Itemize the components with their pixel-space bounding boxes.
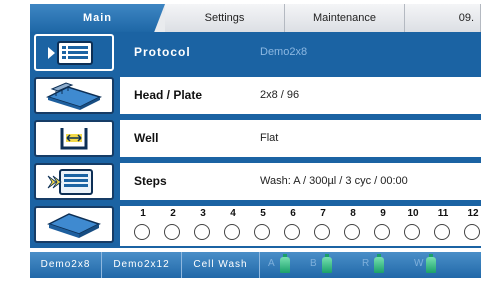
stack-position-number: 9 bbox=[380, 208, 386, 219]
stack-position-circle[interactable] bbox=[374, 224, 390, 240]
well-button[interactable] bbox=[34, 120, 114, 157]
stack-position-circle[interactable] bbox=[134, 224, 150, 240]
stack-position-number: 5 bbox=[260, 208, 266, 219]
instrument-screen: Main Settings Maintenance 09. Protocol D… bbox=[0, 0, 481, 282]
steps-label: Steps bbox=[134, 174, 167, 188]
bottle-a-icon bbox=[280, 254, 290, 273]
well-label: Well bbox=[134, 131, 159, 145]
bottle-w-icon bbox=[426, 254, 436, 273]
quick-protocol-bar: Demo2x8 Demo2x12 Cell Wash A B R W bbox=[30, 252, 481, 278]
tab-main[interactable]: Main bbox=[30, 4, 165, 32]
well-value: Flat bbox=[260, 132, 279, 144]
bottle-a-label: A bbox=[268, 258, 275, 269]
tab-maintenance[interactable]: Maintenance bbox=[285, 4, 405, 32]
head-plate-row[interactable]: Head / Plate 2x8 / 96 bbox=[34, 75, 481, 116]
bottle-b-label: B bbox=[310, 258, 317, 269]
well-row[interactable]: Well Flat bbox=[34, 118, 481, 159]
stack-position-circle[interactable] bbox=[224, 224, 240, 240]
protocol-list-icon bbox=[48, 40, 93, 65]
bottle-w-label: W bbox=[414, 258, 424, 269]
steps-value: Wash: A / 300µl / 3 cyc / 00:00 bbox=[260, 175, 408, 187]
well-field bbox=[120, 120, 481, 157]
bottle-b-indicator: B bbox=[308, 254, 348, 275]
protocol-label: Protocol bbox=[134, 45, 191, 59]
steps-list-icon bbox=[47, 168, 93, 195]
plate-stack-icon bbox=[47, 212, 101, 238]
tab-bar: Main Settings Maintenance 09. bbox=[30, 4, 481, 32]
stack-position-circle[interactable] bbox=[314, 224, 330, 240]
head-plate-value: 2x8 / 96 bbox=[260, 89, 300, 101]
stack-position-numbers: 1 2 3 4 5 6 7 8 9 10 11 12 bbox=[134, 208, 481, 222]
well-shape-icon bbox=[60, 127, 88, 149]
plate-stack-row[interactable]: 1 2 3 4 5 6 7 8 9 10 11 12 bbox=[34, 204, 481, 246]
stack-position-number: 10 bbox=[407, 208, 419, 219]
steps-button[interactable] bbox=[34, 163, 114, 200]
plate-stack-button[interactable] bbox=[34, 206, 114, 243]
stack-position-number: 1 bbox=[140, 208, 146, 219]
protocol-row[interactable]: Protocol Demo2x8 bbox=[34, 32, 481, 73]
protocol-value: Demo2x8 bbox=[260, 46, 308, 58]
stack-position-circle[interactable] bbox=[404, 224, 420, 240]
stack-position-number: 2 bbox=[170, 208, 176, 219]
bottle-a-indicator: A bbox=[266, 254, 306, 275]
stack-position-circle[interactable] bbox=[254, 224, 270, 240]
bottle-r-icon bbox=[374, 254, 384, 273]
stack-position-circle[interactable] bbox=[194, 224, 210, 240]
protocol-cell-wash-button[interactable]: Cell Wash bbox=[182, 252, 260, 278]
stack-position-number: 8 bbox=[350, 208, 356, 219]
stack-position-circle[interactable] bbox=[284, 224, 300, 240]
stack-position-circle[interactable] bbox=[464, 224, 480, 240]
protocol-demo2x8-button[interactable]: Demo2x8 bbox=[30, 252, 102, 278]
steps-row[interactable]: Steps Wash: A / 300µl / 3 cyc / 00:00 bbox=[34, 161, 481, 202]
tab-clock: 09. bbox=[405, 4, 481, 32]
head-plate-icon bbox=[46, 81, 102, 110]
protocol-demo2x12-button[interactable]: Demo2x12 bbox=[102, 252, 182, 278]
stack-position-number: 12 bbox=[467, 208, 479, 219]
stack-position-number: 4 bbox=[230, 208, 236, 219]
bottle-w-indicator: W bbox=[412, 254, 452, 275]
stack-position-circle[interactable] bbox=[344, 224, 360, 240]
protocol-button[interactable] bbox=[34, 34, 114, 71]
stack-position-circle[interactable] bbox=[164, 224, 180, 240]
stack-position-circle[interactable] bbox=[434, 224, 450, 240]
tab-settings[interactable]: Settings bbox=[165, 4, 285, 32]
bottle-b-icon bbox=[322, 254, 332, 273]
head-plate-button[interactable] bbox=[34, 77, 114, 114]
stack-position-number: 7 bbox=[320, 208, 326, 219]
stack-position-indicators bbox=[128, 224, 481, 242]
main-panel: Protocol Demo2x8 Head / Plate 2x8 / 96 W… bbox=[30, 32, 481, 248]
stack-position-number: 11 bbox=[437, 208, 449, 219]
stack-position-number: 3 bbox=[200, 208, 206, 219]
bottle-r-label: R bbox=[362, 258, 370, 269]
head-plate-label: Head / Plate bbox=[134, 88, 203, 102]
bottle-r-indicator: R bbox=[360, 254, 400, 275]
stack-position-number: 6 bbox=[290, 208, 296, 219]
